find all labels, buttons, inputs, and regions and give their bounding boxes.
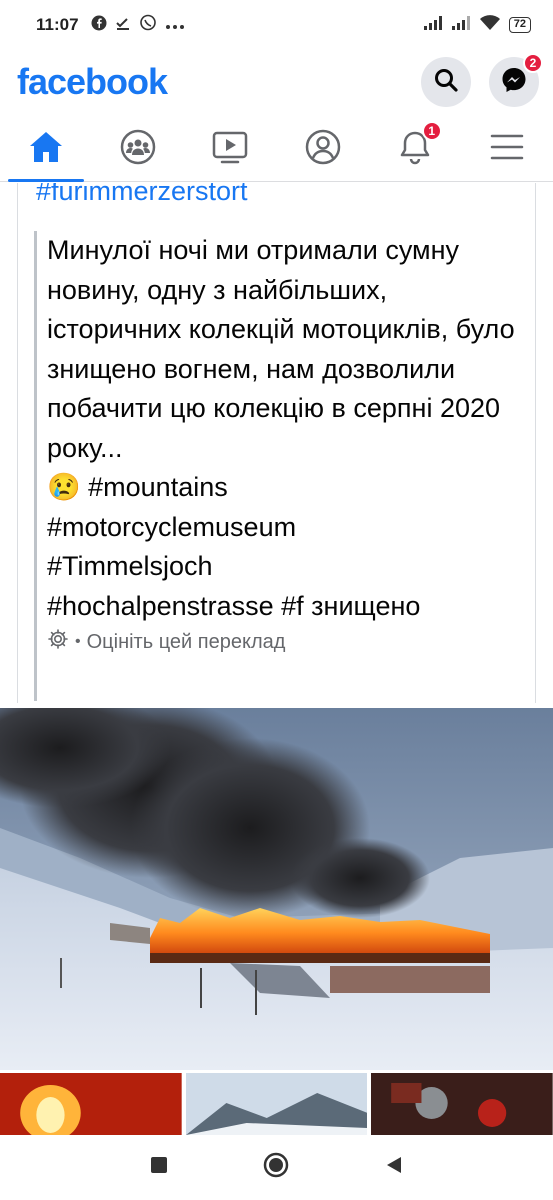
tab-watch[interactable]: [184, 118, 276, 181]
hashtag-timmelsjoch[interactable]: #Timmelsjoch: [47, 551, 213, 581]
thumbnail-fire[interactable]: [0, 1073, 182, 1135]
app-header: facebook 2: [0, 50, 553, 114]
wifi-icon: [479, 14, 501, 36]
notifications-badge: 1: [421, 121, 442, 141]
messenger-icon: [500, 66, 528, 99]
tab-profile[interactable]: [277, 118, 369, 181]
video-icon: [212, 130, 248, 169]
messenger-badge: 2: [523, 53, 543, 73]
back-button[interactable]: [384, 1155, 404, 1180]
post-photo[interactable]: [0, 708, 553, 1070]
system-nav-bar: [0, 1135, 553, 1200]
status-time: 11:07: [36, 15, 79, 34]
tab-menu[interactable]: [461, 118, 553, 181]
main-tabs: 1: [0, 118, 553, 182]
search-button[interactable]: [421, 57, 471, 107]
facebook-logo[interactable]: facebook: [17, 61, 168, 103]
home-icon: [28, 130, 64, 169]
groups-icon: [120, 129, 156, 170]
translated-text: Минулої ночі ми отримали сумну новину, о…: [47, 231, 520, 626]
messenger-button[interactable]: 2: [489, 53, 543, 107]
viber-icon: [139, 14, 157, 36]
menu-icon: [490, 133, 524, 166]
fire-photo-image: [0, 708, 553, 1070]
crying-emoji: 😢: [47, 472, 81, 502]
profile-icon: [305, 129, 341, 170]
hashtag-mountains[interactable]: #mountains: [88, 472, 228, 502]
bell-icon: 1: [398, 121, 442, 170]
signal-icon-2: [451, 15, 471, 36]
tab-groups[interactable]: [92, 118, 184, 181]
translation-block: Минулої ночі ми отримали сумну новину, о…: [34, 231, 520, 701]
tab-home[interactable]: [0, 118, 92, 182]
thumbnail-motorcycles[interactable]: [371, 1073, 553, 1135]
hashtag-motorcyclemuseum[interactable]: #motorcyclemuseum: [47, 512, 296, 542]
download-check-icon: [115, 15, 131, 35]
photo-thumbnails: [0, 1073, 553, 1135]
home-nav-button[interactable]: [263, 1152, 289, 1183]
thumbnail-mountains[interactable]: [185, 1073, 368, 1135]
separator-dot: •: [75, 633, 81, 650]
more-dots-icon: [165, 17, 185, 34]
hashtag-link[interactable]: #furimmerzerstort: [36, 183, 248, 209]
battery-icon: 72: [508, 17, 531, 33]
gear-icon[interactable]: [47, 628, 69, 656]
tab-notifications[interactable]: 1: [369, 118, 461, 181]
status-bar: 11:07 72: [0, 0, 553, 50]
translated-body: Минулої ночі ми отримали сумну новину, о…: [47, 235, 515, 463]
search-icon: [433, 67, 459, 98]
signal-icon: [423, 15, 443, 36]
rate-translation-link[interactable]: Оцініть цей переклад: [87, 631, 286, 654]
post-card: #furimmerzerstort Минулої ночі ми отрима…: [17, 183, 536, 703]
translate-footer: • Оцініть цей переклад: [47, 628, 520, 656]
facebook-icon: [91, 15, 107, 35]
recents-button[interactable]: [150, 1156, 168, 1179]
hashtag-hochalpenstrasse[interactable]: #hochalpenstrasse #f знищено: [47, 591, 420, 621]
